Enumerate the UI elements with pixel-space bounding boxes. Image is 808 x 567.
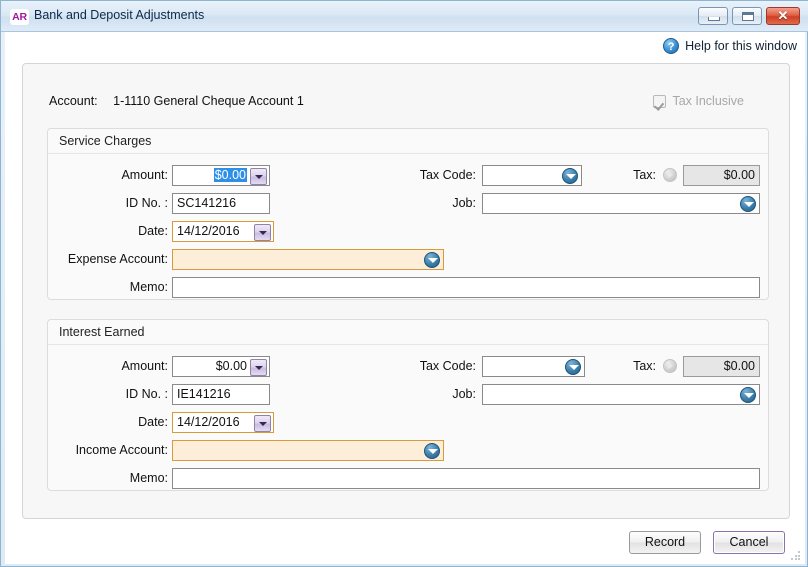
tax-drilldown-icon-interest xyxy=(663,359,677,373)
window-body: Account: 1-1110 General Cheque Account 1… xyxy=(5,59,805,564)
memo-label-interest: Memo: xyxy=(129,471,168,485)
tax-label-interest: Tax: xyxy=(633,359,656,373)
group-divider xyxy=(48,153,768,154)
amount-dropdown-icon-interest[interactable] xyxy=(250,359,267,376)
amount-label-service: Amount: xyxy=(121,168,168,182)
expense-account-dropdown-icon[interactable] xyxy=(424,252,440,268)
tax-code-input-interest[interactable] xyxy=(482,356,585,377)
date-label-interest: Date: xyxy=(138,415,168,429)
app-badge: AR xyxy=(10,9,29,25)
checkbox-checked-icon xyxy=(653,94,667,108)
job-input-service[interactable] xyxy=(482,193,760,214)
date-value-service: 14/12/2016 xyxy=(177,224,240,238)
account-value: 1-1110 General Cheque Account 1 xyxy=(113,94,304,108)
id-no-label-interest: ID No. : xyxy=(125,387,168,401)
date-input-service[interactable]: 14/12/2016 xyxy=(172,221,274,242)
minimize-icon xyxy=(708,17,720,21)
memo-input-service[interactable] xyxy=(172,277,760,298)
account-row: Account: 1-1110 General Cheque Account 1 xyxy=(49,94,304,108)
date-input-interest[interactable]: 14/12/2016 xyxy=(172,412,274,433)
amount-label-interest: Amount: xyxy=(121,359,168,373)
tax-label-service: Tax: xyxy=(633,168,656,182)
record-button[interactable]: Record xyxy=(629,531,701,554)
amount-value-interest: $0.00 xyxy=(215,359,247,373)
restore-icon xyxy=(742,12,754,21)
help-link-label: Help for this window xyxy=(685,39,797,53)
tax-drilldown-icon-service xyxy=(663,168,677,182)
resize-grip[interactable] xyxy=(791,551,801,561)
amount-input-interest[interactable]: $0.00 xyxy=(172,356,270,377)
income-account-label: Income Account: xyxy=(75,443,168,457)
tax-code-input-service[interactable] xyxy=(482,165,582,186)
calendar-dropdown-icon-interest[interactable] xyxy=(254,415,271,432)
group-title-service-charges: Service Charges xyxy=(59,134,152,148)
amount-dropdown-icon-service[interactable] xyxy=(250,168,267,185)
cancel-button[interactable]: Cancel xyxy=(713,531,785,554)
memo-input-interest[interactable] xyxy=(172,468,760,489)
job-dropdown-icon-service[interactable] xyxy=(740,196,756,212)
group-title-interest-earned: Interest Earned xyxy=(59,325,145,339)
application-window: AR Bank and Deposit Adjustments ✕ ? Help… xyxy=(0,0,808,567)
interest-earned-group: Interest Earned Amount: $0.00 ID No. : I… xyxy=(47,319,769,491)
income-account-input[interactable] xyxy=(172,440,444,461)
restore-button[interactable] xyxy=(732,7,762,25)
account-label: Account: xyxy=(49,94,98,108)
amount-input-service[interactable]: $0.00 xyxy=(172,165,270,186)
tax-amount-service: $0.00 xyxy=(683,165,760,186)
job-dropdown-icon-interest[interactable] xyxy=(740,387,756,403)
form-panel: Account: 1-1110 General Cheque Account 1… xyxy=(22,63,790,519)
title-bar: AR Bank and Deposit Adjustments ✕ xyxy=(1,1,808,32)
tax-inclusive-checkbox: Tax Inclusive xyxy=(653,94,744,108)
tax-code-label-interest: Tax Code: xyxy=(419,359,476,373)
date-value-interest: 14/12/2016 xyxy=(177,415,240,429)
question-mark-icon: ? xyxy=(663,38,680,54)
expense-account-input[interactable] xyxy=(172,249,444,270)
expense-account-label: Expense Account: xyxy=(67,252,168,266)
group-divider xyxy=(48,344,768,345)
id-no-input-service[interactable]: SC141216 xyxy=(172,193,270,214)
tax-amount-interest: $0.00 xyxy=(683,356,760,377)
help-bar: ? Help for this window xyxy=(5,32,805,59)
memo-label-service: Memo: xyxy=(129,280,168,294)
window-title: Bank and Deposit Adjustments xyxy=(34,8,205,22)
close-button[interactable]: ✕ xyxy=(766,7,800,25)
minimize-button[interactable] xyxy=(698,7,728,25)
id-no-input-interest[interactable]: IE141216 xyxy=(172,384,270,405)
tax-inclusive-label: Tax Inclusive xyxy=(672,94,744,108)
job-label-service: Job: xyxy=(452,196,476,210)
tax-code-label-service: Tax Code: xyxy=(419,168,476,182)
job-input-interest[interactable] xyxy=(482,384,760,405)
tax-code-dropdown-icon-interest[interactable] xyxy=(565,359,581,375)
amount-value-service: $0.00 xyxy=(213,168,247,182)
job-label-interest: Job: xyxy=(452,387,476,401)
id-no-label-service: ID No. : xyxy=(125,196,168,210)
help-for-this-window-link[interactable]: ? Help for this window xyxy=(663,36,797,56)
close-icon: ✕ xyxy=(777,8,789,23)
service-charges-group: Service Charges Amount: $0.00 ID No. : S… xyxy=(47,128,769,300)
income-account-dropdown-icon[interactable] xyxy=(424,443,440,459)
date-label-service: Date: xyxy=(138,224,168,238)
calendar-dropdown-icon-service[interactable] xyxy=(254,224,271,241)
tax-code-dropdown-icon-service[interactable] xyxy=(562,168,578,184)
